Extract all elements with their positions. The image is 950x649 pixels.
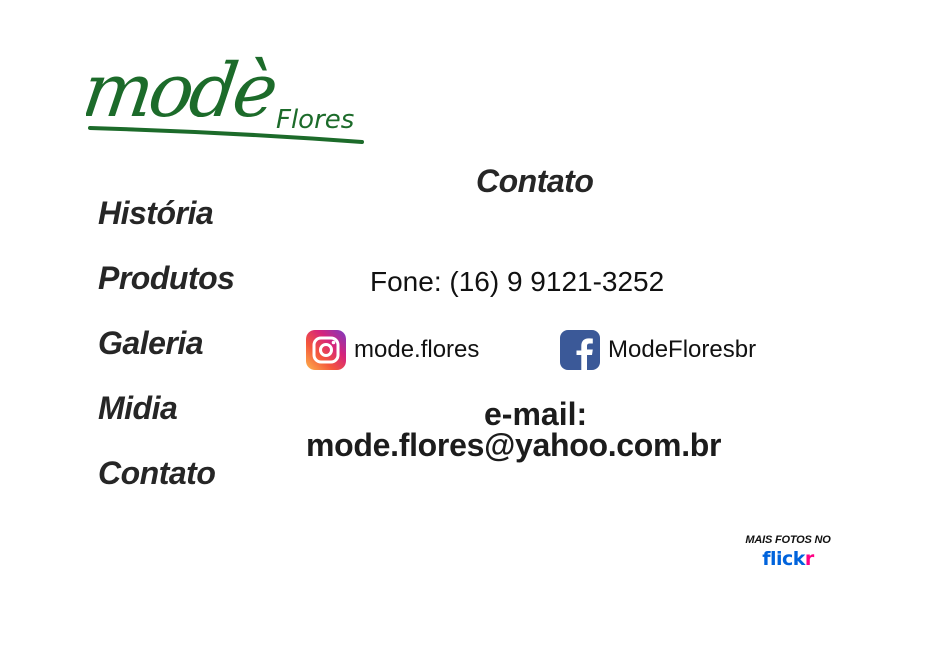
flickr-caption: MAIS FOTOS NO	[745, 534, 831, 546]
nav-item-produtos[interactable]: Produtos	[98, 260, 235, 297]
instagram-handle: mode.flores	[354, 336, 480, 363]
flickr-badge[interactable]: MAIS FOTOS NO flickr	[738, 534, 838, 570]
nav-item-galeria[interactable]: Galeria	[98, 325, 204, 362]
flickr-logo: flickr	[738, 548, 838, 570]
site-logo[interactable]: modè Flores	[86, 44, 366, 146]
email-address[interactable]: mode.flores@yahoo.com.br	[306, 427, 722, 464]
phone-number: Fone: (16) 9 9121-3252	[370, 266, 665, 297]
mode-flores-logo: modè Flores	[86, 47, 364, 144]
logo-secondary-text: Flores	[276, 105, 354, 135]
facebook-link[interactable]: ModeFloresbr	[560, 330, 756, 370]
page-title: Contato	[476, 163, 594, 199]
facebook-handle: ModeFloresbr	[608, 336, 757, 363]
flickr-logo-part2: r	[804, 548, 814, 570]
nav-item-contato[interactable]: Contato	[98, 455, 216, 492]
logo-primary-text: modè	[86, 47, 280, 134]
instagram-icon	[306, 330, 346, 370]
instagram-link[interactable]: mode.flores	[306, 330, 479, 370]
facebook-icon	[560, 330, 600, 370]
nav-item-historia[interactable]: História	[98, 195, 214, 232]
nav-item-midia[interactable]: Midia	[98, 390, 178, 427]
flickr-logo-part1: flick	[762, 548, 805, 570]
